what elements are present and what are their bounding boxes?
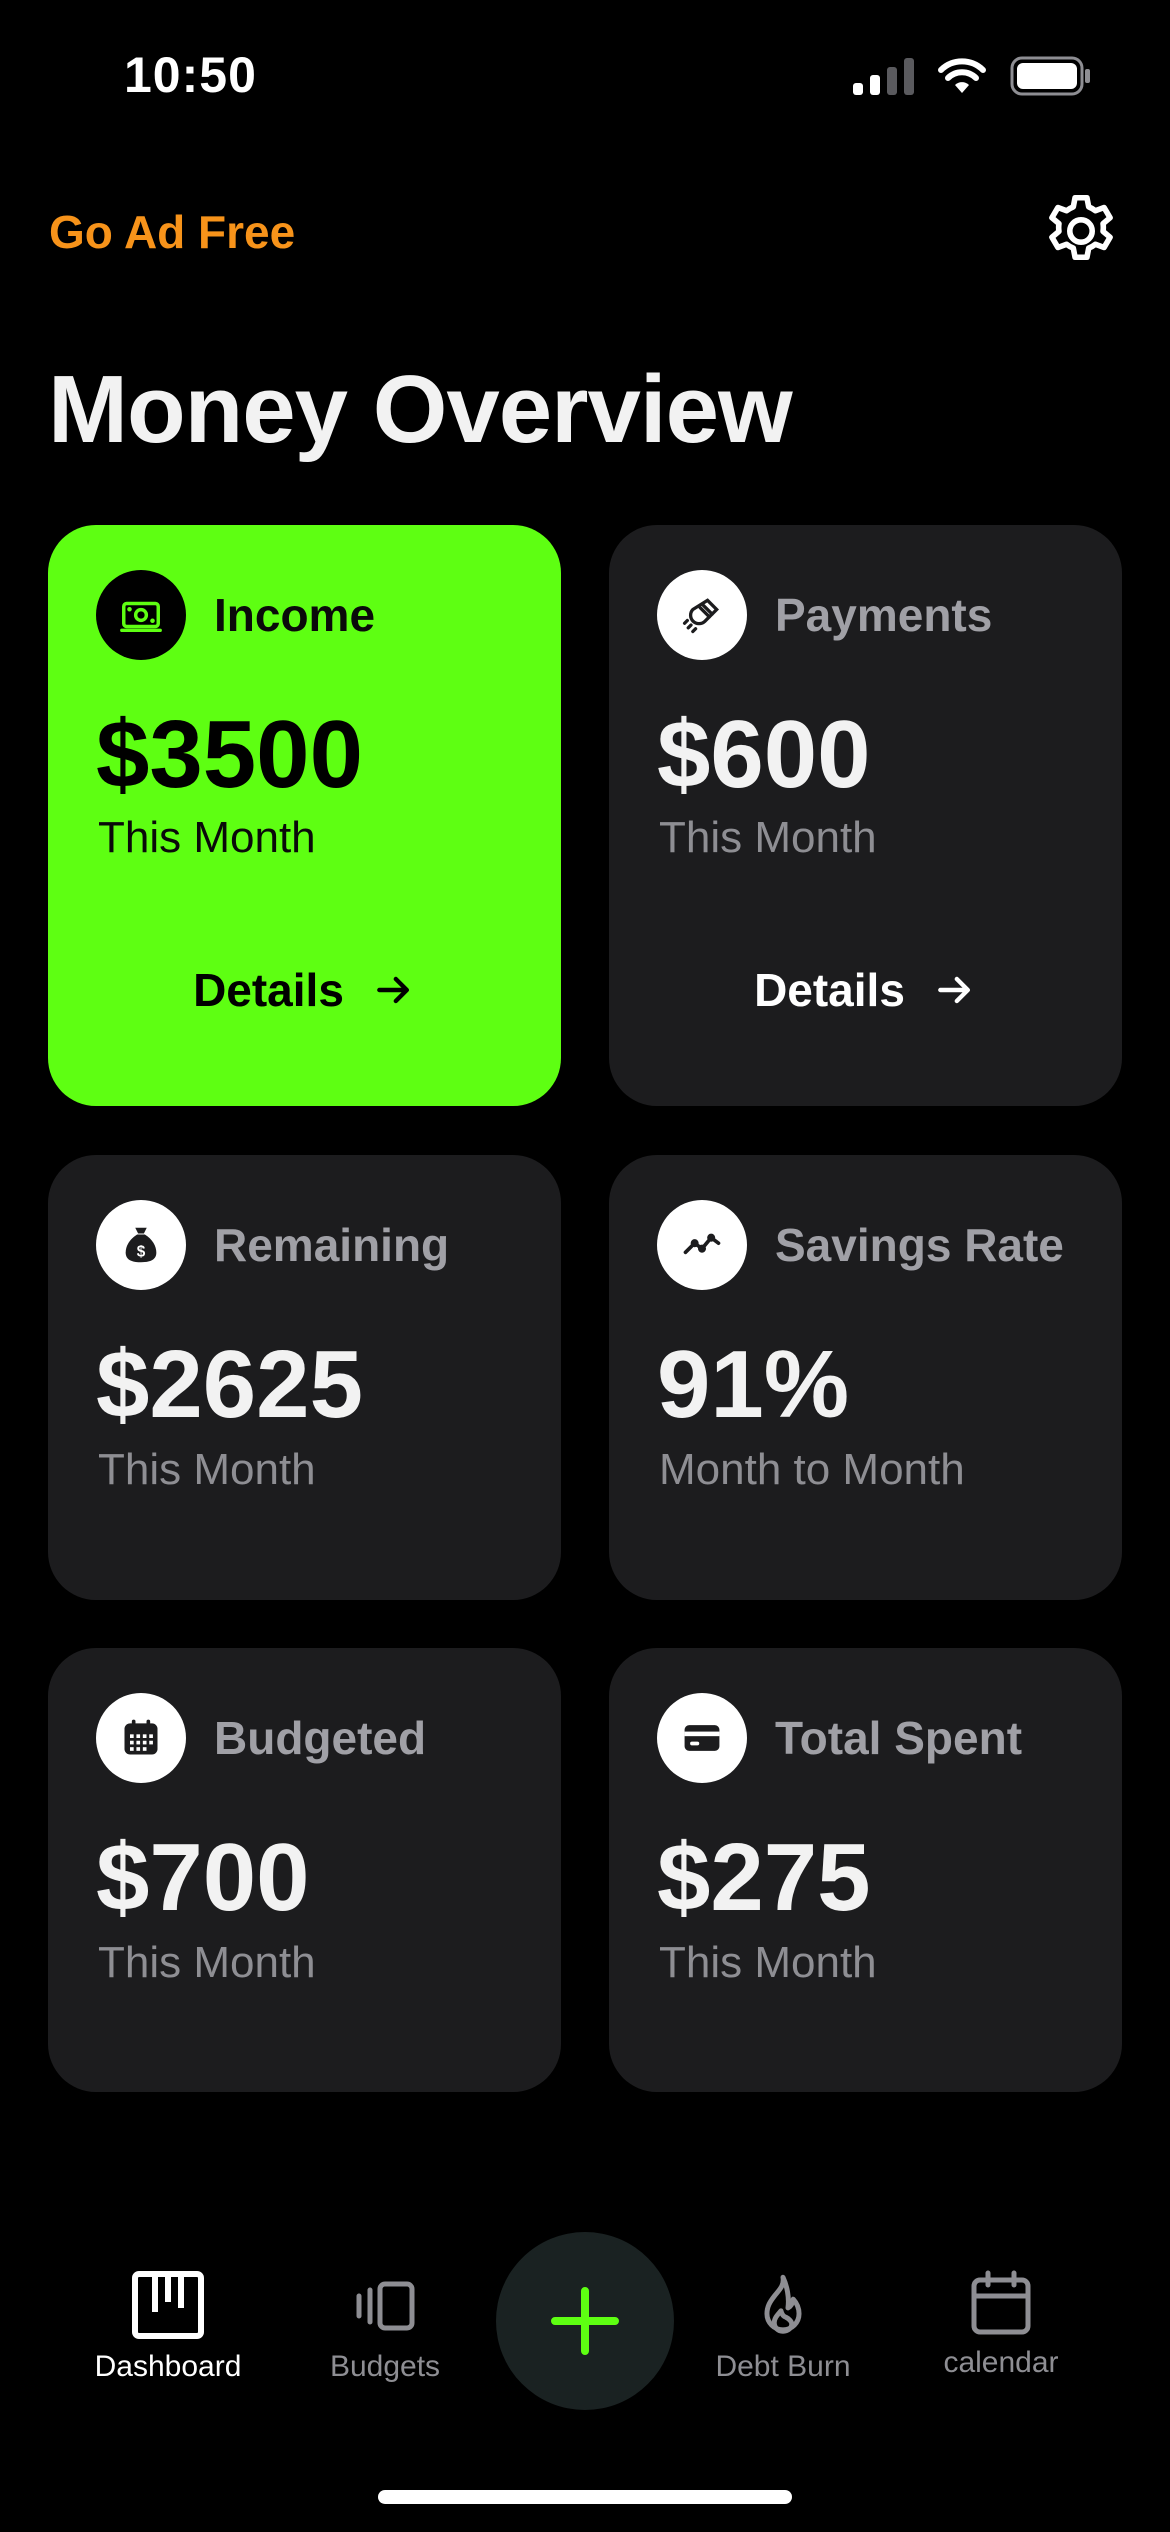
payments-subtitle: This Month bbox=[659, 813, 877, 862]
money-bag-icon: $ bbox=[96, 1200, 186, 1290]
total-spent-card[interactable]: Total Spent $275 This Month bbox=[609, 1648, 1122, 2092]
tab-bar: Dashboard Budgets Debt Burn calendar bbox=[0, 2220, 1170, 2450]
total-spent-label: Total Spent bbox=[775, 1712, 1023, 1764]
add-button[interactable] bbox=[496, 2232, 674, 2410]
cash-icon bbox=[96, 570, 186, 660]
tab-calendar-label: calendar bbox=[943, 2346, 1059, 2379]
budgeted-value: $700 bbox=[96, 1824, 310, 1931]
tab-debt-burn[interactable]: Debt Burn bbox=[683, 2270, 883, 2384]
tab-budgets[interactable]: Budgets bbox=[285, 2270, 485, 2384]
calendar-grid-icon bbox=[96, 1693, 186, 1783]
remaining-card[interactable]: $ Remaining $2625 This Month bbox=[48, 1155, 561, 1600]
savings-rate-card[interactable]: Savings Rate 91% Month to Month bbox=[609, 1155, 1122, 1600]
status-time: 10:50 bbox=[124, 47, 257, 103]
status-icons bbox=[853, 56, 1092, 96]
budgeted-label: Budgeted bbox=[214, 1712, 427, 1764]
gear-icon bbox=[1049, 194, 1113, 261]
go-ad-free-link[interactable]: Go Ad Free bbox=[49, 205, 295, 259]
status-bar: 10:50 bbox=[0, 0, 1170, 150]
income-card[interactable]: Income $3500 This Month Details bbox=[48, 525, 561, 1106]
total-spent-subtitle: This Month bbox=[659, 1938, 877, 1987]
tab-budgets-label: Budgets bbox=[329, 2350, 441, 2383]
tab-dashboard[interactable]: Dashboard bbox=[68, 2270, 268, 2384]
magnet-icon bbox=[657, 570, 747, 660]
dashboard-icon bbox=[132, 2271, 204, 2339]
income-subtitle: This Month bbox=[98, 813, 316, 862]
income-details-button[interactable]: Details bbox=[48, 963, 561, 1017]
budgets-icon bbox=[356, 2281, 415, 2331]
tab-dashboard-label: Dashboard bbox=[94, 2350, 242, 2383]
remaining-subtitle: This Month bbox=[98, 1445, 316, 1494]
cellular-signal-icon bbox=[853, 57, 914, 95]
remaining-label: Remaining bbox=[214, 1219, 450, 1271]
budgeted-card[interactable]: Budgeted $700 This Month bbox=[48, 1648, 561, 2092]
payments-details-button[interactable]: Details bbox=[609, 963, 1122, 1017]
calendar-icon bbox=[971, 2270, 1031, 2335]
payments-details-label: Details bbox=[754, 964, 905, 1016]
page-title: Money Overview bbox=[48, 356, 793, 463]
tab-debt-burn-label: Debt Burn bbox=[715, 2350, 851, 2383]
plus-icon bbox=[551, 2287, 619, 2355]
flame-icon bbox=[764, 2274, 802, 2334]
payments-value: $600 bbox=[657, 701, 871, 808]
total-spent-value: $275 bbox=[657, 1824, 871, 1931]
savings-rate-label: Savings Rate bbox=[775, 1219, 1064, 1271]
battery-icon bbox=[1010, 56, 1090, 96]
savings-rate-value: 91% bbox=[657, 1331, 850, 1438]
budgeted-subtitle: This Month bbox=[98, 1938, 316, 1987]
savings-rate-subtitle: Month to Month bbox=[659, 1445, 965, 1494]
svg-text:$: $ bbox=[137, 1244, 146, 1261]
payments-card[interactable]: Payments $600 This Month Details bbox=[609, 525, 1122, 1106]
settings-button[interactable] bbox=[1036, 186, 1126, 276]
tab-calendar[interactable]: calendar bbox=[901, 2270, 1101, 2380]
arrow-right-icon bbox=[938, 976, 970, 1004]
arrow-right-icon bbox=[377, 976, 409, 1004]
credit-card-icon bbox=[657, 1693, 747, 1783]
payments-label: Payments bbox=[775, 589, 993, 641]
income-label: Income bbox=[214, 589, 376, 641]
income-value: $3500 bbox=[96, 701, 363, 808]
remaining-value: $2625 bbox=[96, 1331, 363, 1438]
wifi-icon bbox=[938, 58, 986, 93]
trend-line-icon bbox=[657, 1200, 747, 1290]
income-details-label: Details bbox=[193, 964, 344, 1016]
dashboard-screen: 10:50 Go Ad Free Money Overview Income $… bbox=[0, 0, 1170, 2532]
home-indicator bbox=[378, 2490, 792, 2504]
